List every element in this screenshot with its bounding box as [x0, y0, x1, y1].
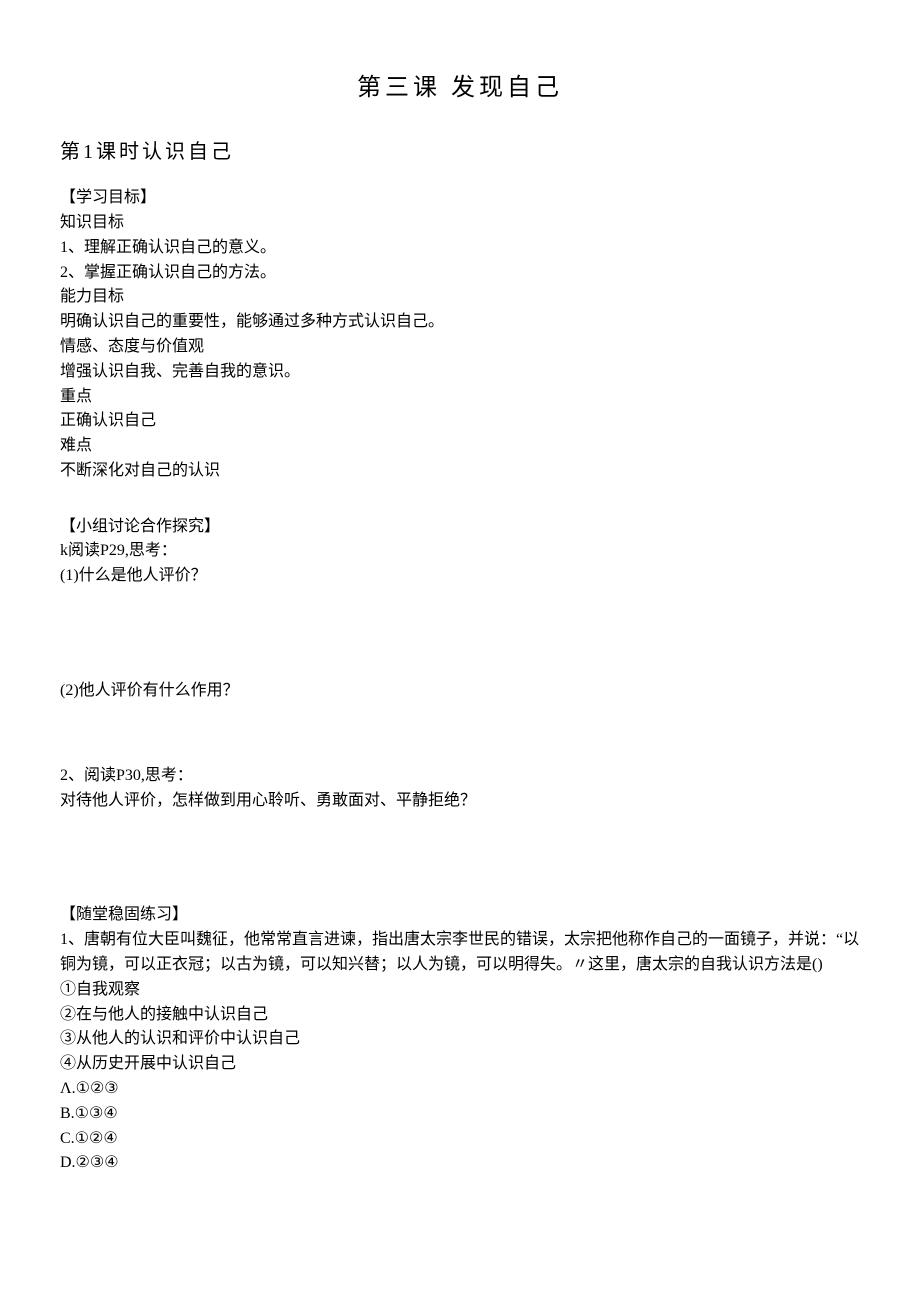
lesson-subtitle: 第1课时认识自己: [60, 137, 860, 168]
answer-space: [60, 704, 860, 764]
exercise-statement-3: ③从他人的认识和评价中认识自己: [60, 1027, 860, 1052]
group-question-2: (2)他人评价有什么作用？: [60, 679, 860, 704]
attitude-item-1: 增强认识自我、完善自我的意识。: [60, 360, 860, 385]
attitude-label: 情感、态度与价值观: [60, 335, 860, 360]
keypoint-item-1: 正确认识自己: [60, 409, 860, 434]
document-page: 第三课 发现自己 第1课时认识自己 【学习目标】 知识目标 1、理解正确认识自己…: [0, 0, 920, 1216]
group-question-1: (1)什么是他人评价？: [60, 564, 860, 589]
knowledge-label: 知识目标: [60, 211, 860, 236]
answer-space: [60, 813, 860, 903]
exercise-choice-c: C.①②④: [60, 1127, 860, 1152]
exercise-statement-4: ④从历史开展中认识自己: [60, 1052, 860, 1077]
exercise-statement-1: ①自我观察: [60, 978, 860, 1003]
answer-space: [60, 589, 860, 679]
difficulty-label: 难点: [60, 434, 860, 459]
exercise-choice-b: B.①③④: [60, 1102, 860, 1127]
keypoint-label: 重点: [60, 385, 860, 410]
group-question-3: 对待他人评价，怎样做到用心聆听、勇敢面对、平静拒绝？: [60, 789, 860, 814]
exercise-statement-2: ②在与他人的接触中认识自己: [60, 1003, 860, 1028]
group-read-1: k阅读P29,思考：: [60, 539, 860, 564]
exercise-header: 【随堂稳固练习】: [60, 903, 860, 928]
difficulty-item-1: 不断深化对自己的认识: [60, 459, 860, 484]
knowledge-item-2: 2、掌握正确认识自己的方法。: [60, 261, 860, 286]
exercise-choice-a: Λ.①②③: [60, 1077, 860, 1102]
group-discussion-header: 【小组讨论合作探究】: [60, 515, 860, 540]
ability-item-1: 明确认识自己的重要性，能够通过多种方式认识自己。: [60, 310, 860, 335]
ability-label: 能力目标: [60, 285, 860, 310]
exercise-choice-d: D.②③④: [60, 1151, 860, 1176]
main-title: 第三课 发现自己: [60, 70, 860, 107]
exercise-q1-stem: 1、唐朝有位大臣叫魏征，他常常直言进谏，指出唐太宗李世民的错误，太宗把他称作自己…: [60, 928, 860, 978]
objectives-header: 【学习目标】: [60, 186, 860, 211]
knowledge-item-1: 1、理解正确认识自己的意义。: [60, 236, 860, 261]
group-read-2: 2、阅读P30,思考：: [60, 764, 860, 789]
